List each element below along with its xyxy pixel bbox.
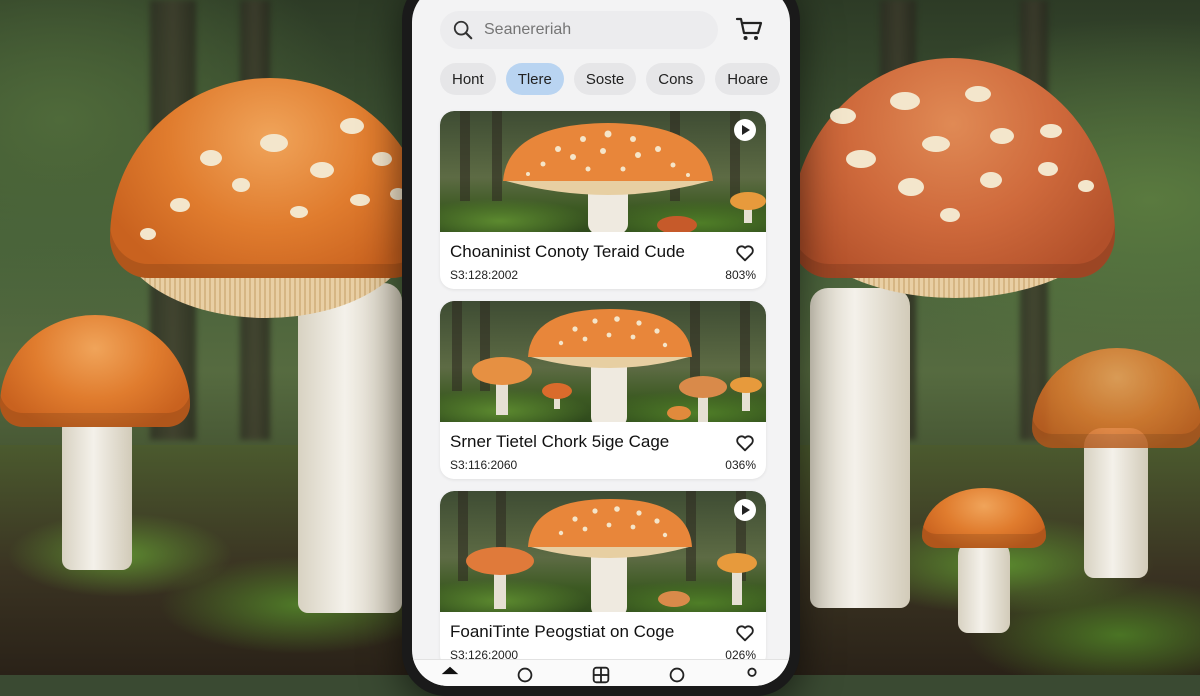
chip-tlere[interactable]: Tlere [505, 63, 564, 95]
feed-card[interactable]: Srner Tietel Chork 5ige Cage S3:116:2060… [440, 301, 766, 479]
search-input[interactable] [482, 20, 706, 40]
play-icon [742, 125, 750, 135]
search-icon [453, 20, 473, 40]
chat-icon[interactable] [666, 664, 688, 686]
play-icon [742, 505, 750, 515]
home-icon[interactable] [439, 664, 461, 686]
background-mushroom-far-right [1032, 348, 1200, 578]
bottom-navigation [412, 659, 790, 686]
play-button[interactable] [734, 119, 756, 141]
grid-icon[interactable] [590, 664, 612, 686]
chip-hoare[interactable]: Hoare [715, 63, 781, 95]
heart-icon[interactable] [734, 432, 756, 454]
card-title[interactable]: FoaniTinte Peogstiat on Coge [450, 622, 674, 642]
search-bar[interactable] [440, 11, 718, 49]
background-mushroom-small-left [0, 315, 200, 575]
feed-card[interactable]: FoaniTinte Peogstiat on Coge S3:126:2000… [440, 491, 766, 669]
feed-card[interactable]: Choaninist Conoty Teraid Cude S3:128:200… [440, 111, 766, 289]
card-thumbnail[interactable] [440, 111, 766, 232]
phone-frame: Hont Tlere Soste Cons Hoare [402, 0, 800, 696]
background-mushroom-small-right [922, 488, 1046, 638]
heart-icon[interactable] [734, 622, 756, 644]
profile-icon[interactable] [741, 664, 763, 686]
content-feed: Choaninist Conoty Teraid Cude S3:128:200… [440, 111, 768, 681]
heart-icon[interactable] [734, 242, 756, 264]
card-title[interactable]: Choaninist Conoty Teraid Cude [450, 242, 685, 262]
card-percent: 803% [725, 268, 756, 282]
chip-soste[interactable]: Soste [573, 63, 637, 95]
play-button[interactable] [734, 499, 756, 521]
card-thumbnail[interactable] [440, 301, 766, 422]
chip-cons[interactable]: Cons [646, 63, 706, 95]
category-chips: Hont Tlere Soste Cons Hoare [440, 63, 781, 95]
cart-icon[interactable] [734, 14, 764, 44]
card-meta: S3:116:2060 [450, 458, 518, 472]
search-icon[interactable] [514, 664, 536, 686]
card-percent: 036% [725, 458, 756, 472]
card-thumbnail[interactable] [440, 491, 766, 612]
card-title[interactable]: Srner Tietel Chork 5ige Cage [450, 432, 669, 452]
chip-hont[interactable]: Hont [440, 63, 496, 95]
card-meta: S3:128:2002 [450, 268, 519, 282]
app-screen: Hont Tlere Soste Cons Hoare [412, 0, 790, 686]
